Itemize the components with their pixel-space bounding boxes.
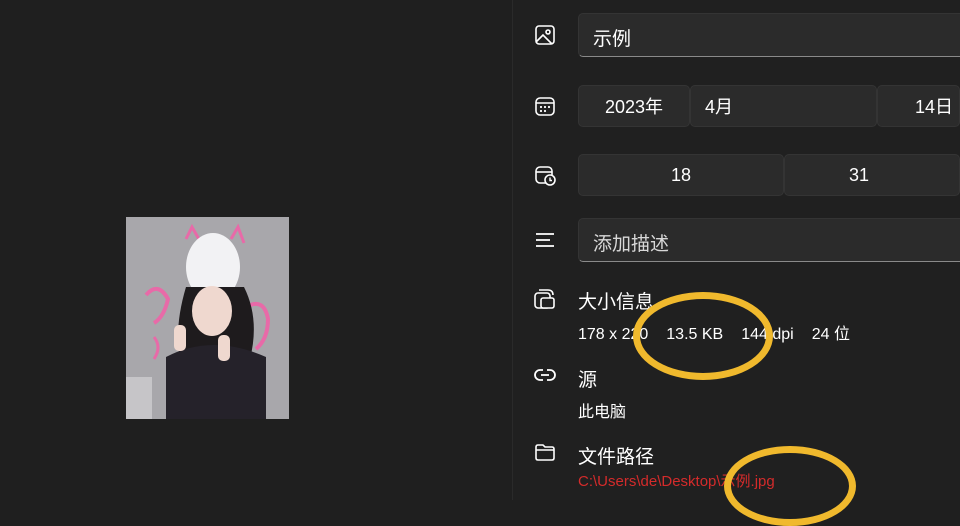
size-info-details: 178 x 220 13.5 KB 144 dpi 24 位 [578, 320, 878, 344]
source-title: 源 [578, 370, 598, 391]
photo-illustration [126, 217, 289, 419]
photo-thumbnail[interactable] [126, 217, 289, 419]
details-pane: 示例 2023年 4月 14日 18 31 添加描述 大小信息 178 x 22… [513, 0, 960, 500]
year-selector[interactable]: 2023年 [578, 85, 690, 127]
description-input[interactable]: 添加描述 [578, 218, 960, 262]
description-lines-icon [533, 228, 557, 252]
size-info-icon [533, 287, 557, 311]
year-value: 2023年 [604, 97, 664, 117]
month-selector[interactable]: 4月 [690, 85, 877, 127]
hour-value: 18 [670, 164, 692, 185]
clock-calendar-icon [533, 163, 557, 187]
description-placeholder: 添加描述 [593, 234, 670, 255]
dpi-value: 144 dpi [741, 326, 794, 343]
image-preview-pane [0, 0, 512, 500]
file-size-value: 13.5 KB [666, 326, 724, 343]
title-field[interactable]: 示例 [578, 13, 960, 57]
file-path-link[interactable]: C:\Users\de\Desktop\示例.jpg [578, 470, 775, 491]
source-value: 此电脑 [578, 404, 627, 421]
calendar-icon [533, 94, 557, 118]
hour-selector[interactable]: 18 [578, 154, 784, 196]
month-value: 4月 [705, 97, 734, 117]
day-value: 14日 [914, 97, 953, 117]
folder-icon [533, 440, 557, 464]
file-path-title: 文件路径 [578, 447, 655, 468]
title-value: 示例 [593, 29, 632, 50]
link-icon [533, 363, 557, 387]
size-info-title: 大小信息 [578, 292, 655, 313]
dimensions-value: 178 x 220 [578, 326, 649, 343]
minute-selector[interactable]: 31 [784, 154, 960, 196]
minute-value: 31 [848, 164, 870, 185]
bit-depth-value: 24 位 [811, 326, 850, 343]
day-selector[interactable]: 14日 [877, 85, 960, 127]
image-icon [533, 23, 557, 47]
